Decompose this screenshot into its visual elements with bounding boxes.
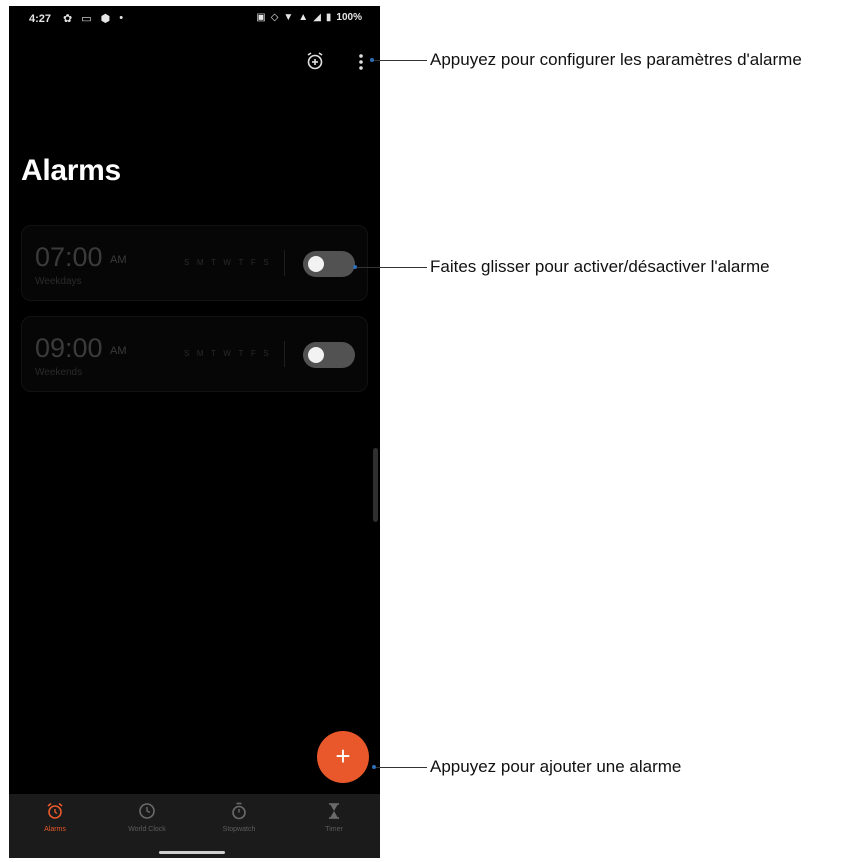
wifi-icon: ▼ xyxy=(283,12,294,23)
alarm-label: Weekends xyxy=(35,367,83,378)
day-letter: T xyxy=(211,258,217,267)
add-alarm-icon[interactable] xyxy=(305,51,325,71)
callout-toggle-text: Faites glisser pour activer/désactiver l… xyxy=(430,257,770,276)
battery-icon: ▮ xyxy=(325,12,332,23)
nav-item-timer[interactable]: Timer xyxy=(288,802,380,833)
phone-screen: 4:27 ✿ ▭ ⬢ • ▣ ◇ ▼ ▲ ◢ ▮ 100% Alarms 07:… xyxy=(9,6,380,858)
alarm-divider xyxy=(284,250,285,276)
page-title: Alarms xyxy=(21,154,121,187)
status-bar: 4:27 ✿ ▭ ⬢ • ▣ ◇ ▼ ▲ ◢ ▮ 100% xyxy=(9,6,380,32)
signal-icon: ◢ xyxy=(313,12,321,23)
nav-label: Timer xyxy=(325,826,343,833)
sync-icon: ◇ xyxy=(270,12,279,23)
day-letter: M xyxy=(196,258,205,267)
day-letter: S xyxy=(184,349,190,358)
day-letter: T xyxy=(238,258,244,267)
status-left-icons: ✿ ▭ ⬢ • xyxy=(63,12,123,25)
day-letter: S xyxy=(184,258,190,267)
day-letter: T xyxy=(211,349,217,358)
alarm-time: 07:00 xyxy=(35,242,103,272)
scroll-handle[interactable] xyxy=(373,448,378,522)
alarm-label: Weekdays xyxy=(35,276,82,287)
more-vert-icon[interactable] xyxy=(354,51,368,73)
day-letter: S xyxy=(263,258,270,267)
clock-icon xyxy=(139,803,155,819)
data-icon: ▲ xyxy=(298,12,309,23)
callout-add-text: Appuyez pour ajouter une alarme xyxy=(430,757,682,776)
status-time: 4:27 xyxy=(29,13,52,25)
day-letter: W xyxy=(223,258,232,267)
add-alarm-button[interactable]: + xyxy=(317,731,369,783)
alarm-ampm: AM xyxy=(110,254,127,266)
alarm-days: S M T W T F S xyxy=(184,258,269,267)
day-letter: W xyxy=(223,349,232,358)
toggle-knob[interactable] xyxy=(308,347,324,363)
gear-icon: ✿ xyxy=(63,13,73,25)
alarm-time: 09:00 xyxy=(35,333,103,363)
hourglass-icon xyxy=(329,803,339,819)
day-letter: M xyxy=(196,349,205,358)
nav-label: Stopwatch xyxy=(222,826,256,833)
stopwatch-icon xyxy=(232,802,246,820)
nav-item-world-clock[interactable]: World Clock xyxy=(101,802,193,833)
callout-line xyxy=(374,60,427,61)
message-icon: ▭ xyxy=(81,13,92,25)
bottom-nav: Alarms World Clock Stopwatch Timer xyxy=(9,794,380,858)
alarm-ampm: AM xyxy=(110,345,127,357)
alarm-icon xyxy=(47,802,63,819)
shield-icon: ⬢ xyxy=(100,13,111,25)
alarm-card[interactable]: 09:00 AM Weekends S M T W T F S xyxy=(21,316,368,392)
toggle-knob[interactable] xyxy=(308,256,324,272)
cast-icon: ▣ xyxy=(256,12,266,23)
battery-percent: 100% xyxy=(336,12,362,23)
day-letter: F xyxy=(250,349,257,358)
alarm-toggle[interactable] xyxy=(303,251,355,277)
nav-item-alarms[interactable]: Alarms xyxy=(9,802,101,833)
day-letter: T xyxy=(238,349,244,358)
day-letter: F xyxy=(250,258,257,267)
callout-line xyxy=(357,267,427,268)
alarm-divider xyxy=(284,341,285,367)
alarm-card[interactable]: 07:00 AM Weekdays S M T W T F S xyxy=(21,225,368,301)
alarm-days: S M T W T F S xyxy=(184,349,269,358)
nav-item-stopwatch[interactable]: Stopwatch xyxy=(193,802,285,833)
callout-line xyxy=(376,767,427,768)
nav-label: World Clock xyxy=(128,826,166,833)
nav-label: Alarms xyxy=(44,826,66,833)
callout-settings-text: Appuyez pour configurer les paramètres d… xyxy=(430,50,802,69)
dot-icon: • xyxy=(119,12,124,24)
status-right-icons: ▣ ◇ ▼ ▲ ◢ ▮ 100% xyxy=(256,12,362,23)
home-indicator[interactable] xyxy=(159,851,225,854)
day-letter: S xyxy=(263,349,270,358)
alarm-toggle[interactable] xyxy=(303,342,355,368)
